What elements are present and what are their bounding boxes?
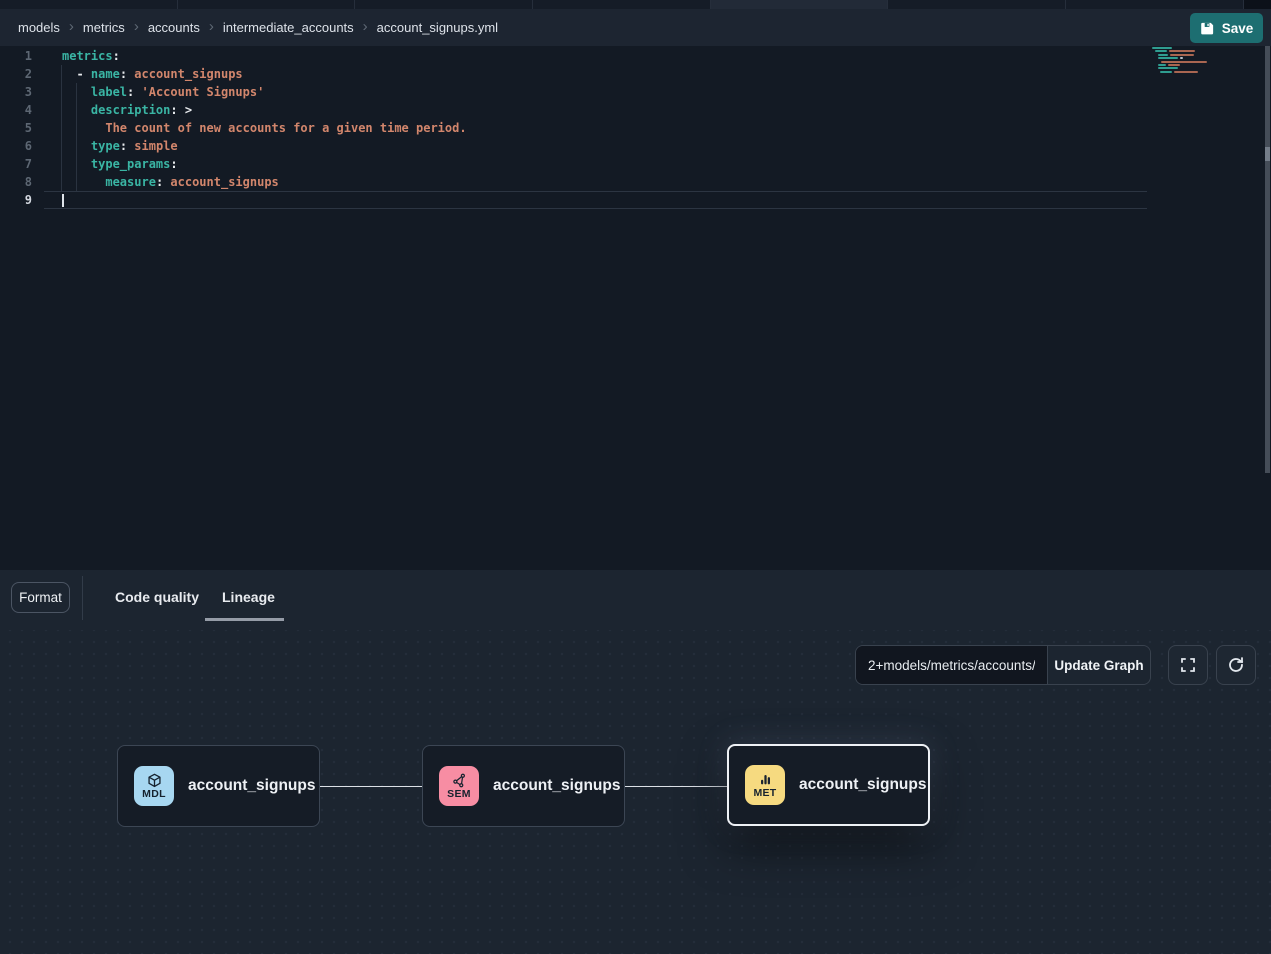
chevron-right-icon: › — [134, 19, 139, 36]
lineage-edge — [320, 786, 422, 788]
code-text: metrics: — [44, 47, 1147, 65]
line-number: 9 — [0, 191, 44, 209]
tab-lineage[interactable]: Lineage — [222, 589, 275, 605]
editor-tabstrip — [0, 0, 1271, 9]
minimap-line — [1152, 54, 1212, 56]
minimap-line — [1152, 47, 1212, 49]
code-editor[interactable]: 1metrics:2 - name: account_signups3 labe… — [0, 46, 1271, 570]
line-number: 8 — [0, 173, 44, 191]
badge-label: MDL — [142, 789, 166, 801]
semantic-badge: SEM — [439, 766, 479, 806]
tabstrip-spacer — [1244, 0, 1271, 9]
code-line[interactable]: 9 — [0, 191, 1147, 209]
code-text: type_params: — [44, 155, 1147, 173]
update-graph-button[interactable]: Update Graph — [1047, 646, 1150, 684]
text-cursor — [62, 194, 64, 207]
floppy-disk-icon — [1200, 21, 1215, 36]
line-number: 1 — [0, 47, 44, 65]
lineage-node-model[interactable]: MDL account_signups — [117, 745, 320, 827]
code-line[interactable]: 1metrics: — [0, 47, 1147, 65]
code-text: label: 'Account Signups' — [44, 83, 1147, 101]
lineage-filter-input[interactable] — [856, 646, 1047, 684]
fullscreen-icon — [1179, 656, 1197, 674]
editor-scrollbar-track[interactable] — [1265, 46, 1270, 473]
line-number: 4 — [0, 101, 44, 119]
indent-guide — [76, 83, 77, 191]
code-text: description: > — [44, 101, 1147, 119]
lineage-node-semantic-model[interactable]: SEM account_signups — [422, 745, 625, 827]
node-label: account_signups — [493, 777, 620, 795]
badge-label: SEM — [447, 789, 471, 801]
code-line[interactable]: 3 label: 'Account Signups' — [0, 83, 1147, 101]
minimap-line — [1152, 64, 1212, 66]
code-text — [44, 191, 1147, 209]
breadcrumb-item[interactable]: accounts — [148, 20, 200, 35]
node-label: account_signups — [799, 776, 926, 794]
breadcrumb-item-current: account_signups.yml — [377, 20, 498, 35]
badge-label: MET — [753, 788, 776, 800]
chevron-right-icon: › — [69, 19, 74, 36]
code-text: - name: account_signups — [44, 65, 1147, 83]
editor-tab-active[interactable] — [711, 0, 889, 9]
save-button[interactable]: Save — [1190, 13, 1263, 43]
editor-tab[interactable] — [355, 0, 533, 9]
bar-chart-icon — [758, 772, 773, 787]
lineage-controls: Update Graph — [855, 645, 1151, 685]
lineage-filter-group: Update Graph — [855, 645, 1151, 685]
line-number: 3 — [0, 83, 44, 101]
lineage-edge — [625, 786, 727, 788]
refresh-icon — [1227, 656, 1245, 674]
lineage-node-metric-selected[interactable]: MET account_signups — [727, 744, 930, 826]
editor-tab[interactable] — [0, 0, 178, 9]
editor-scrollbar-thumb[interactable] — [1265, 147, 1270, 161]
editor-tab[interactable] — [1066, 0, 1244, 9]
line-number: 2 — [0, 65, 44, 83]
fullscreen-button[interactable] — [1168, 645, 1208, 685]
line-number: 5 — [0, 119, 44, 137]
divider — [82, 576, 83, 620]
code-text: The count of new accounts for a given ti… — [44, 119, 1147, 137]
minimap-line — [1152, 50, 1212, 52]
model-badge: MDL — [134, 766, 174, 806]
bottom-panel: Format Code quality Lineage Update Graph — [0, 570, 1271, 954]
line-number: 6 — [0, 137, 44, 155]
code-line[interactable]: 8 measure: account_signups — [0, 173, 1147, 191]
code-lines: 1metrics:2 - name: account_signups3 labe… — [0, 47, 1147, 209]
chevron-right-icon: › — [209, 19, 214, 36]
minimap-line — [1152, 61, 1212, 63]
code-line[interactable]: 5 The count of new accounts for a given … — [0, 119, 1147, 137]
cube-icon — [147, 773, 162, 788]
refresh-button[interactable] — [1216, 645, 1256, 685]
format-button[interactable]: Format — [11, 582, 70, 613]
editor-tab[interactable] — [888, 0, 1066, 9]
editor-tab[interactable] — [533, 0, 711, 9]
code-text: type: simple — [44, 137, 1147, 155]
editor-tab[interactable] — [178, 0, 356, 9]
network-icon — [452, 773, 467, 788]
lineage-canvas[interactable]: Update Graph — [0, 630, 1271, 954]
breadcrumb-item[interactable]: models — [18, 20, 60, 35]
breadcrumb: models › metrics › accounts › intermedia… — [0, 9, 1271, 46]
code-line[interactable]: 6 type: simple — [0, 137, 1147, 155]
editor-minimap[interactable] — [1152, 47, 1212, 74]
tab-code-quality[interactable]: Code quality — [115, 589, 199, 605]
code-line[interactable]: 2 - name: account_signups — [0, 65, 1147, 83]
chevron-right-icon: › — [363, 19, 368, 36]
indent-guide — [61, 65, 62, 191]
node-label: account_signups — [188, 777, 315, 795]
active-tab-underline — [205, 618, 284, 621]
code-text: measure: account_signups — [44, 173, 1147, 191]
breadcrumb-item[interactable]: metrics — [83, 20, 125, 35]
code-line[interactable]: 4 description: > — [0, 101, 1147, 119]
line-number: 7 — [0, 155, 44, 173]
breadcrumb-item[interactable]: intermediate_accounts — [223, 20, 354, 35]
metric-badge: MET — [745, 765, 785, 805]
code-line[interactable]: 7 type_params: — [0, 155, 1147, 173]
minimap-line — [1152, 57, 1212, 59]
ide-window: models › metrics › accounts › intermedia… — [0, 0, 1271, 954]
minimap-line — [1152, 71, 1212, 73]
save-label: Save — [1222, 21, 1254, 36]
minimap-line — [1152, 67, 1212, 69]
